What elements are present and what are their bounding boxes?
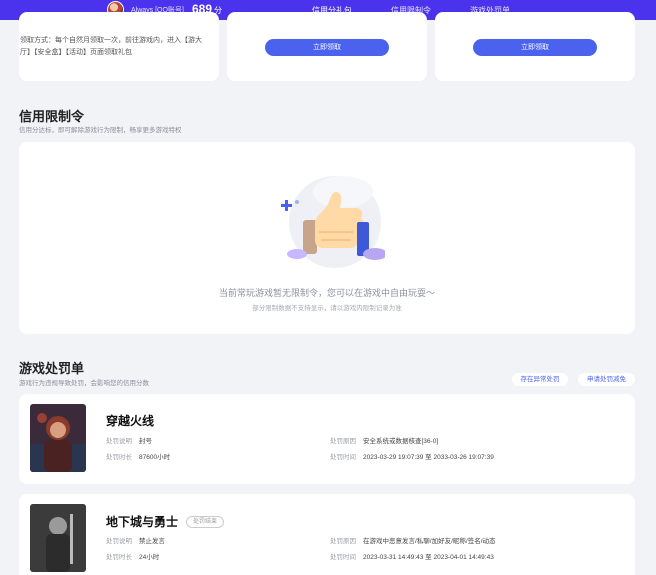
penalty-reason-label: 处罚原因: [330, 538, 356, 545]
claim-now-button[interactable]: 立即领取: [473, 39, 597, 56]
penalty-record-card[interactable]: 地下城与勇士 处罚结束 处罚说明 禁止发言 处罚时长 24小时 处罚原因 在游戏中恶意…: [19, 494, 635, 575]
report-abnormal-penalty-button[interactable]: 存在异常处罚: [512, 373, 568, 386]
penalty-desc-value: 封号: [139, 438, 152, 445]
penalty-record-card[interactable]: 穿越火线 处罚说明 封号 处罚时长 87600小时 处罚原因 安全系统或数据核查[36…: [19, 394, 635, 484]
empty-restriction-note: 部分限制数据不支持显示，请以游戏内限制记录为准: [252, 305, 402, 312]
game-cover-image: [30, 404, 86, 472]
penalty-time: 处罚时间 2023-03-29 19:07:39 至 2033-03-26 19:…: [330, 451, 494, 461]
penalty-duration-label: 处罚时长: [106, 554, 132, 561]
penalty-time-value: 2023-03-29 19:07:39 至 2033-03-26 19:07:3…: [363, 454, 494, 461]
penalty-time-label: 处罚时间: [330, 454, 356, 461]
penalty-reason: 处罚原因 安全系统或数据核查[36-0]: [330, 435, 438, 445]
penalty-reason: 处罚原因 在游戏中恶意发言/私聊/加好友/昵称/签名/动态: [330, 535, 496, 545]
penalty-desc-value: 禁止发言: [139, 538, 165, 545]
section-subtitle-restriction: 信用分达标，即可解除游戏行为限制，畅享更多游戏特权: [19, 127, 182, 134]
penalty-desc: 处罚说明 禁止发言: [106, 535, 165, 545]
penalty-duration-label: 处罚时长: [106, 454, 132, 461]
penalty-duration: 处罚时长 24小时: [106, 551, 159, 561]
game-name: 地下城与勇士: [106, 515, 179, 529]
penalty-reason-value: 在游戏中恶意发言/私聊/加好友/昵称/签名/动态: [363, 538, 496, 545]
apply-penalty-reduction-button[interactable]: 申请处罚减免: [578, 373, 635, 386]
claim-method-text: 领取方式：每个自然月领取一次，前往游戏内，进入【游大厅】【安全盒】【活动】页面领…: [20, 37, 202, 56]
penalty-reason-label: 处罚原因: [330, 438, 356, 445]
penalty-time: 处罚时间 2023-03-31 14:49:43 至 2023-04-01 14:…: [330, 551, 494, 561]
section-title-restriction: 信用限制令: [19, 109, 85, 124]
penalty-time-value: 2023-03-31 14:49:43 至 2023-04-01 14:49:4…: [363, 554, 494, 561]
penalty-desc: 处罚说明 封号: [106, 435, 152, 445]
claim-now-button[interactable]: 立即领取: [265, 39, 389, 56]
restriction-empty-card: 当前常玩游戏暂无限制令，您可以在游戏中自由玩耍～ 部分限制数据不支持显示，请以游…: [19, 142, 635, 334]
penalty-reason-value: 安全系统或数据核查[36-0]: [363, 438, 439, 445]
section-title-penalty: 游戏处罚单: [19, 361, 85, 376]
section-subtitle-penalty: 游戏行为违规导致处罚，会影响您的信用分数: [19, 380, 149, 387]
penalty-duration-value: 24小时: [139, 554, 160, 561]
penalty-status-badge: 处罚结束: [186, 516, 225, 528]
penalty-time-label: 处罚时间: [330, 554, 356, 561]
game-name: 穿越火线: [106, 414, 155, 428]
penalty-duration: 处罚时长 87600小时: [106, 451, 170, 461]
penalty-desc-label: 处罚说明: [106, 538, 132, 545]
penalty-desc-label: 处罚说明: [106, 438, 132, 445]
penalty-duration-value: 87600小时: [139, 454, 171, 461]
empty-restriction-message: 当前常玩游戏暂无限制令，您可以在游戏中自由玩耍～: [218, 288, 435, 298]
thumbs-up-illustration: [281, 176, 385, 268]
game-cover-image: [30, 504, 86, 572]
